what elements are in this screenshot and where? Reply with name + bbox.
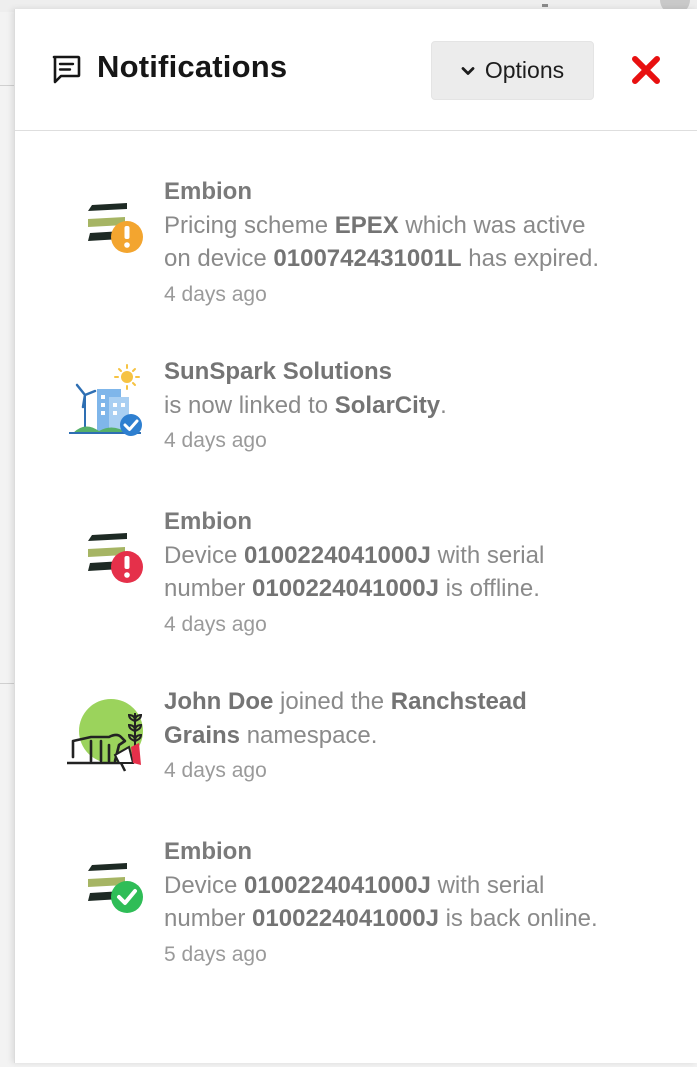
notification-message-line: on device 0100742431001L has expired. [164, 242, 684, 276]
notification-timestamp: 4 days ago [164, 759, 267, 782]
notification-sender: Embion [164, 508, 252, 535]
notification-text: on device [164, 245, 274, 272]
embion-logo-error-icon [88, 533, 143, 583]
embion-logo-warning-icon [88, 203, 143, 253]
notifications-panel: Notifications Options Embion Pricing sche… [14, 9, 697, 1063]
ranch-join-megaphone-icon [67, 699, 143, 772]
options-label: Options [484, 57, 565, 83]
notification-text: is now linked to [164, 391, 335, 419]
notification-body: Embion Pricing scheme EPEX which was acti… [164, 175, 684, 308]
notification-text: is back online. [438, 905, 598, 932]
notification-item[interactable]: Embion Device 0100224041000J with serial n… [15, 835, 697, 985]
notification-message-line: Grains namespace. [164, 719, 684, 753]
notification-text: . [440, 391, 447, 419]
notification-text: number [164, 905, 253, 932]
notification-item[interactable]: SunSpark Solutions is now linked to Solar… [15, 355, 697, 505]
notification-highlight: 0100224041000J [252, 575, 439, 602]
notification-highlight: SolarCity [334, 391, 441, 419]
notification-highlight: 0100742431001L [273, 245, 462, 272]
notification-highlight: 0100224041000J [252, 905, 439, 932]
notification-message-line: John Doe joined the Ranchstead [164, 685, 684, 719]
notification-highlight: 0100224041000J [244, 871, 431, 899]
chevron-down-icon [461, 66, 475, 75]
notification-highlight: Ranchstead [390, 688, 527, 715]
message-square-icon [52, 55, 81, 84]
notification-highlight: SunSpark Solutions [164, 358, 393, 385]
notification-text: Pricing scheme [164, 211, 335, 239]
options-button[interactable]: Options [431, 41, 594, 100]
notification-timestamp: 4 days ago [164, 429, 267, 452]
notification-body: Embion Device 0100224041000J with serial n… [164, 835, 684, 968]
notification-text: is offline. [438, 575, 540, 602]
notification-sender: Embion [164, 178, 252, 205]
background-divider [0, 683, 14, 684]
notification-text: with serial [430, 541, 545, 569]
notification-message-line: number 0100224041000J is back online. [164, 902, 684, 936]
notification-message-line: SunSpark Solutions [164, 355, 684, 389]
notification-item[interactable]: Embion Pricing scheme EPEX which was acti… [15, 175, 697, 325]
notification-text: which was active [398, 211, 586, 239]
notification-highlight: Grains [164, 721, 241, 749]
notification-message-line: is now linked to SolarCity. [164, 389, 684, 423]
panel-title: Notifications [97, 49, 288, 84]
notification-text: number [164, 575, 253, 602]
notification-text: Device [164, 871, 245, 899]
notification-highlight: 0100224041000J [244, 541, 431, 569]
notification-text: joined the [273, 688, 391, 715]
notification-message-line: number 0100224041000J is offline. [164, 572, 684, 606]
notification-message-line: Device 0100224041000J with serial [164, 869, 684, 903]
notification-message-line: Pricing scheme EPEX which was active [164, 209, 684, 243]
close-x-icon[interactable] [629, 53, 663, 87]
notification-text: namespace. [240, 721, 378, 749]
notification-item[interactable]: Embion Device 0100224041000J with serial n… [15, 505, 697, 655]
notification-timestamp: 4 days ago [164, 612, 267, 636]
embion-logo-success-icon [88, 863, 143, 913]
notification-item[interactable]: John Doe joined the Ranchstead Grains nam… [15, 685, 697, 835]
notification-timestamp: 5 days ago [164, 942, 267, 966]
notification-text: with serial [430, 871, 545, 899]
notification-sender: Embion [164, 838, 252, 865]
notification-text: has expired. [461, 245, 600, 272]
notification-message-line: Device 0100224041000J with serial [164, 539, 684, 573]
notification-highlight: John Doe [164, 688, 274, 715]
background-divider [0, 85, 14, 86]
solar-city-linked-icon [69, 364, 142, 436]
notification-text: Device [164, 541, 245, 569]
notification-body: SunSpark Solutions is now linked to Solar… [164, 355, 684, 454]
notification-highlight: EPEX [334, 211, 399, 239]
notification-body: Embion Device 0100224041000J with serial n… [164, 505, 684, 638]
notification-timestamp: 4 days ago [164, 282, 267, 306]
panel-header: Notifications Options [15, 9, 697, 131]
notification-body: John Doe joined the Ranchstead Grains nam… [164, 685, 684, 784]
background-mark [542, 4, 548, 7]
page: Notifications Options Embion Pricing sche… [0, 0, 697, 1067]
